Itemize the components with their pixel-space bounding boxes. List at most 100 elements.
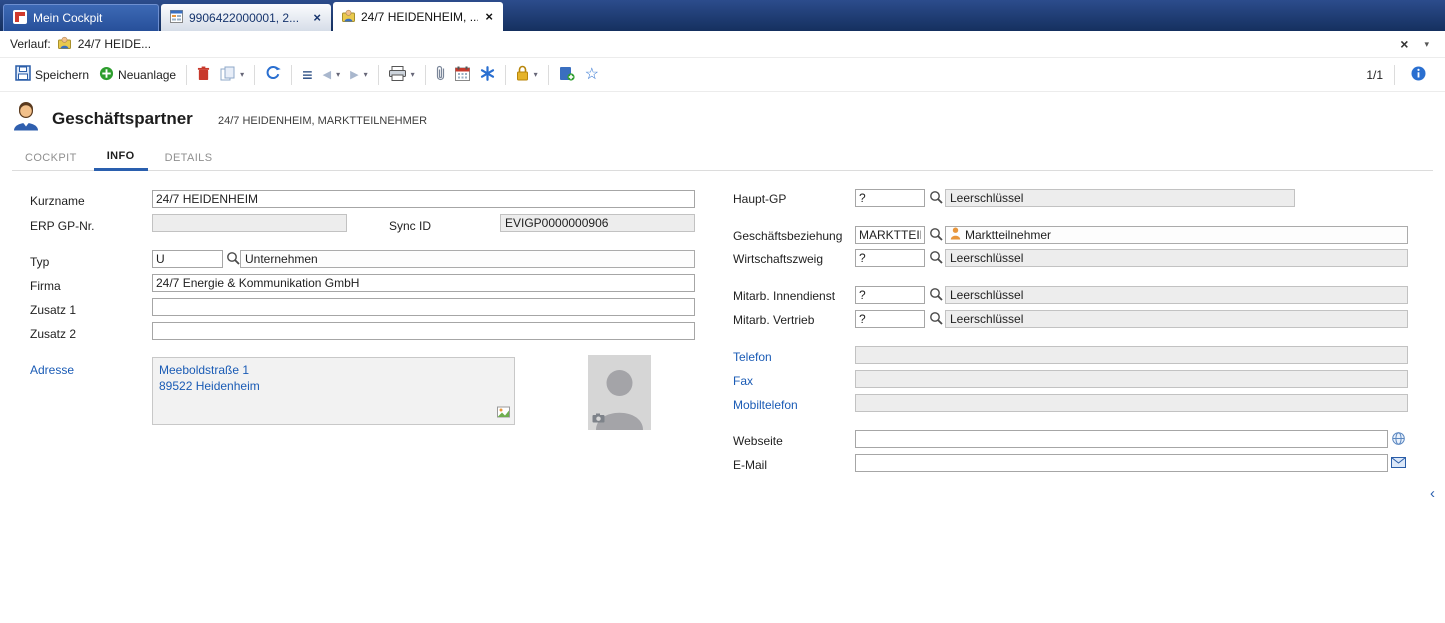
mitarb-vertrieb-code-input[interactable] — [855, 310, 925, 328]
business-partner-large-icon — [12, 101, 40, 134]
sync-id-label: Sync ID — [389, 219, 432, 233]
search-icon — [929, 311, 943, 328]
geschaeftsbeziehung-code-input[interactable] — [855, 226, 925, 244]
business-partner-icon — [342, 9, 355, 25]
menu-button[interactable]: ≡ — [297, 62, 318, 88]
favorite-button[interactable]: ☆ — [580, 63, 604, 87]
webseite-label: Webseite — [733, 434, 783, 448]
tab-cockpit[interactable]: COCKPIT — [12, 147, 90, 170]
firma-label: Firma — [30, 279, 61, 293]
calendar-button[interactable] — [450, 62, 475, 88]
erp-gp-nr-input — [152, 214, 347, 232]
dropdown-arrow-icon[interactable]: ▾ — [336, 70, 340, 79]
save-button[interactable]: Speichern — [10, 61, 94, 88]
mitarb-vertrieb-search-button[interactable] — [928, 311, 944, 327]
tab-label: 24/7 HEIDENHEIM, ... — [361, 9, 479, 24]
telefon-label[interactable]: Telefon — [733, 350, 772, 364]
toolbar-separator — [291, 64, 293, 85]
mitarb-innendienst-search-button[interactable] — [928, 287, 944, 303]
new-button[interactable]: Neuanlage — [94, 62, 181, 88]
add-document-button[interactable] — [554, 61, 580, 88]
save-label: Speichern — [35, 67, 90, 82]
tab-mein-cockpit[interactable]: Mein Cockpit — [3, 4, 159, 31]
fax-input — [855, 370, 1408, 388]
process-button[interactable] — [475, 62, 500, 88]
info-button[interactable] — [1406, 62, 1431, 88]
tab-info[interactable]: INFO — [93, 145, 148, 171]
star-icon: ☆ — [584, 65, 599, 83]
mitarb-innendienst-text: Leerschlüssel — [945, 286, 1408, 304]
geschaeftsbeziehung-text: Marktteilnehmer — [965, 228, 1052, 242]
page-indicator: 1/1 — [1366, 67, 1383, 82]
calendar-icon — [454, 66, 470, 84]
wirtschaftszweig-search-button[interactable] — [928, 250, 944, 266]
tab-document-9906422000001[interactable]: 9906422000001, 2... × — [161, 4, 331, 31]
history-item[interactable]: 24/7 HEIDE... — [78, 37, 151, 51]
mitarb-innendienst-code-input[interactable] — [855, 286, 925, 304]
firma-input[interactable] — [152, 274, 695, 292]
typ-search-button[interactable] — [225, 251, 241, 267]
typ-code-input[interactable] — [152, 250, 223, 268]
adresse-label[interactable]: Adresse — [30, 363, 74, 377]
mobiltelefon-label[interactable]: Mobiltelefon — [733, 398, 798, 412]
kurzname-label: Kurzname — [30, 194, 85, 208]
collapse-panel-chevron[interactable]: ‹ — [1430, 486, 1435, 501]
address-street-link[interactable]: Meeboldstraße 1 — [159, 362, 508, 378]
haupt-gp-code-input[interactable] — [855, 189, 925, 207]
refresh-button[interactable] — [260, 61, 286, 88]
app-window: Mein Cockpit 9906422000001, 2... × 24/7 … — [0, 0, 1445, 623]
wirtschaftszweig-code-input[interactable] — [855, 249, 925, 267]
erp-gp-nr-label: ERP GP-Nr. — [30, 219, 95, 233]
haupt-gp-search-button[interactable] — [928, 190, 944, 206]
typ-text: Unternehmen — [240, 250, 695, 268]
zusatz1-label: Zusatz 1 — [30, 303, 77, 317]
new-label: Neuanlage — [118, 67, 177, 82]
close-icon[interactable]: × — [312, 11, 322, 24]
haupt-gp-label: Haupt-GP — [733, 192, 787, 206]
history-dropdown-icon[interactable]: ▾ — [1424, 39, 1429, 50]
fax-label[interactable]: Fax — [733, 374, 753, 388]
toolbar-separator — [1394, 64, 1395, 85]
wirtschaftszweig-text: Leerschlüssel — [945, 249, 1408, 267]
dropdown-arrow-icon[interactable]: ▾ — [534, 70, 538, 79]
toolbar-separator — [547, 64, 549, 85]
dropdown-arrow-icon[interactable]: ▾ — [240, 70, 244, 79]
toolbar-separator — [186, 64, 188, 85]
email-input[interactable] — [855, 454, 1388, 472]
copy-button[interactable]: ▾ — [215, 62, 249, 88]
nav-back-button[interactable]: ◀ ▾ — [318, 64, 345, 85]
attachment-button[interactable] — [431, 61, 450, 88]
globe-icon[interactable] — [1392, 432, 1405, 448]
wirtschaftszweig-label: Wirtschaftszweig — [733, 252, 824, 266]
contact-photo-placeholder — [588, 355, 651, 430]
history-label: Verlauf: — [10, 37, 51, 51]
webseite-input[interactable] — [855, 430, 1388, 448]
add-photo-icon[interactable] — [592, 412, 605, 426]
search-icon — [929, 250, 943, 267]
email-icon[interactable] — [1391, 457, 1406, 471]
business-partner-icon — [57, 36, 71, 52]
tab-heidenheim-active[interactable]: 24/7 HEIDENHEIM, ... × — [333, 2, 503, 31]
close-icon[interactable]: × — [484, 10, 494, 23]
dropdown-arrow-icon[interactable]: ▾ — [411, 70, 415, 79]
delete-button[interactable] — [192, 62, 215, 88]
mitarb-vertrieb-label: Mitarb. Vertrieb — [733, 313, 815, 327]
lock-button[interactable]: ▾ — [511, 61, 543, 88]
mobiltelefon-input — [855, 394, 1408, 412]
geschaeftsbeziehung-label: Geschäftsbeziehung — [733, 229, 843, 243]
tab-details[interactable]: DETAILS — [152, 147, 226, 170]
print-button[interactable]: ▾ — [384, 62, 420, 88]
page-header: Geschäftspartner 24/7 HEIDENHEIM, MARKTT… — [0, 93, 1445, 145]
zusatz2-input[interactable] — [152, 322, 695, 340]
history-close-icon[interactable]: × — [1400, 36, 1408, 52]
nav-forward-button[interactable]: ▶ ▾ — [345, 64, 372, 85]
zusatz1-input[interactable] — [152, 298, 695, 316]
typ-label: Typ — [30, 255, 50, 269]
kurzname-input[interactable] — [152, 190, 695, 208]
address-city-link[interactable]: 89522 Heidenheim — [159, 378, 508, 394]
map-icon[interactable] — [497, 406, 510, 421]
save-icon — [15, 65, 31, 84]
dropdown-arrow-icon[interactable]: ▾ — [364, 70, 368, 79]
geschaeftsbeziehung-search-button[interactable] — [928, 227, 944, 243]
toolbar-separator — [254, 64, 256, 85]
